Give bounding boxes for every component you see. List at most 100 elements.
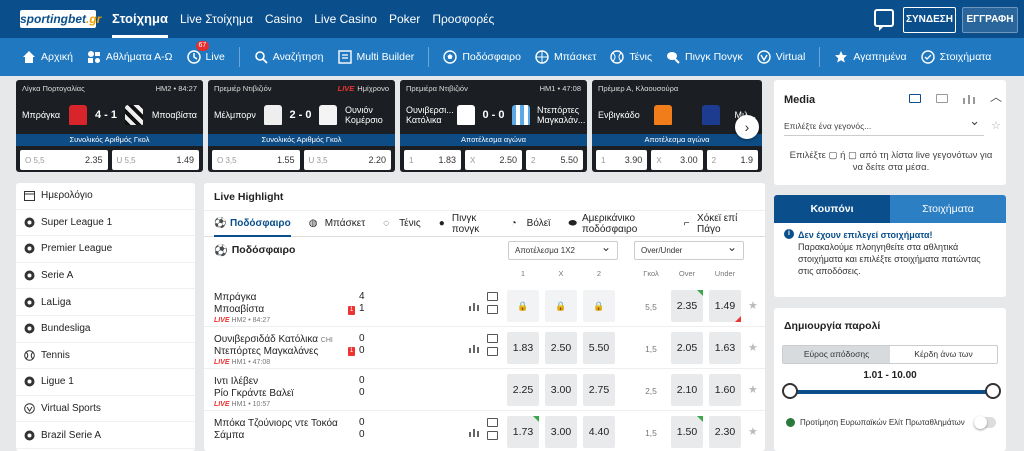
tab-ice-hockey[interactable]: ⌐ Χόκεϊ επί Πάγο	[684, 211, 747, 237]
field-icon[interactable]	[487, 347, 498, 356]
field-icon[interactable]	[487, 431, 498, 440]
stats-icon[interactable]	[963, 94, 975, 104]
subnav-multi-builder[interactable]: Multi Builder	[337, 50, 414, 64]
tab-american-football[interactable]: ⬬ Αμερικάνικο ποδόσφαιρο	[568, 211, 665, 237]
odds-under-button[interactable]: 2.30	[709, 416, 741, 448]
nav-casino[interactable]: Casino	[265, 0, 302, 38]
odds-button[interactable]: O 5,5 2.35	[20, 150, 108, 170]
sidebar-item-tennis[interactable]: Tennis	[16, 343, 195, 370]
sidebar-item-calendar[interactable]: Ημερολόγιο	[16, 183, 195, 210]
range-slider-track[interactable]	[790, 390, 994, 394]
collapse-chevron-icon[interactable]: ︿	[990, 88, 1002, 105]
subnav-favourites[interactable]: Αγαπημένα	[834, 50, 907, 64]
event-select[interactable]: Επιλέξτε ένα γεγονός...	[784, 111, 984, 136]
subnav-sports-az[interactable]: Αθλήματα Α-Ω	[87, 50, 173, 64]
odds-x-button[interactable]: 3.00	[545, 374, 577, 406]
nav-live-sports[interactable]: Live Στοίχημα	[180, 0, 253, 38]
match-row[interactable]: Ουνιβερσιδάδ Κατόλικα CHI Ντεπόρτες Μαγκ…	[204, 327, 765, 369]
nav-live-casino[interactable]: Live Casino	[314, 0, 377, 38]
nav-offers[interactable]: Προσφορές	[432, 0, 494, 38]
odds-under-button[interactable]: 1.63	[709, 332, 741, 364]
odds-over-button[interactable]: 2.10	[671, 374, 703, 406]
carousel-next-button[interactable]: ›	[735, 115, 759, 139]
subnav-football[interactable]: Ποδόσφαιρο	[443, 50, 521, 64]
login-button[interactable]: ΣΥΝΔΕΣΗ	[903, 7, 956, 33]
odds-button[interactable]: 1 3.90	[596, 150, 648, 170]
odds-button[interactable]: X 2.50	[465, 150, 522, 170]
odds-button[interactable]: U 5,5 1.49	[111, 150, 199, 170]
video-icon[interactable]	[909, 94, 921, 103]
odds-button[interactable]: 2 5.50	[526, 150, 583, 170]
tv-icon[interactable]	[487, 292, 498, 301]
toggle-odds-range[interactable]: Εύρος απόδοσης	[783, 346, 890, 363]
odds-x-button[interactable]: 3.00	[545, 416, 577, 448]
odds-button[interactable]: 1 1.83	[404, 150, 461, 170]
odds-1-button[interactable]: 🔒	[507, 290, 539, 322]
odds-over-button[interactable]: 2.05	[671, 332, 703, 364]
tab-coupon[interactable]: Κουπόνι	[774, 195, 890, 223]
odds-x-button[interactable]: 2.50	[545, 332, 577, 364]
sportingbet-logo[interactable]: sportingbet.gr	[20, 10, 101, 28]
odds-button[interactable]: 2 1.9	[706, 150, 758, 170]
chat-icon[interactable]	[874, 9, 894, 31]
match-row[interactable]: Μπόκα Τζούνιορς ντε Τοκόα Σάμπα 0 0 1.73…	[204, 411, 765, 451]
field-icon[interactable]	[936, 94, 948, 103]
odds-button[interactable]: X 3.00	[651, 150, 703, 170]
favourite-star-icon[interactable]: ★	[748, 299, 758, 312]
odds-1-button[interactable]: 1.73	[507, 416, 539, 448]
odds-1-button[interactable]: 2.25	[507, 374, 539, 406]
market-select-1x2[interactable]: Αποτέλεσμα 1Χ2	[508, 239, 618, 260]
favourite-star-icon[interactable]: ★	[748, 425, 758, 438]
odds-2-button[interactable]: 5.50	[583, 332, 615, 364]
favourite-star-icon[interactable]: ★	[748, 341, 758, 354]
subnav-bets[interactable]: Στοιχήματα	[920, 50, 991, 64]
live-card[interactable]: Λίγκα Πορτογαλίας HM2 • 84:27 Μπράγκα 4 -…	[16, 80, 203, 172]
tab-volleyball[interactable]: ◔ Βόλεϊ	[511, 211, 551, 237]
odds-button[interactable]: U 3,5 2.20	[303, 150, 391, 170]
stats-icon[interactable]	[469, 428, 480, 437]
odds-x-button[interactable]: 🔒	[545, 290, 577, 322]
field-icon[interactable]	[487, 305, 498, 314]
range-slider-min-handle[interactable]	[782, 383, 798, 399]
tv-icon[interactable]	[487, 418, 498, 427]
sidebar-item-premier-league[interactable]: Premier League	[16, 236, 195, 263]
tab-football[interactable]: ⚽ Ποδόσφαιρο	[214, 211, 291, 237]
subnav-tennis[interactable]: Τένις	[610, 50, 652, 64]
odds-over-button[interactable]: 1.50	[671, 416, 703, 448]
range-slider-max-handle[interactable]	[985, 383, 1001, 399]
tab-my-bets[interactable]: Στοιχήματα	[890, 195, 1006, 223]
match-row[interactable]: Μπράγκα Μποαβίστα LIVE HM2 • 84:27 4 1 1…	[204, 285, 765, 327]
stats-icon[interactable]	[469, 344, 480, 353]
nav-sports[interactable]: Στοίχημα	[112, 0, 168, 38]
subnav-basketball[interactable]: Μπάσκετ	[535, 50, 596, 64]
odds-over-button[interactable]: 2.35	[671, 290, 703, 322]
odds-1-button[interactable]: 1.83	[507, 332, 539, 364]
subnav-virtual[interactable]: Virtual	[757, 50, 805, 64]
live-card[interactable]: Πρεμιέρα Ντιβιζιόν HM1 • 47:08 Ουνιβερσι.…	[400, 80, 587, 172]
tab-basketball[interactable]: ◍ Μπάσκετ	[309, 211, 365, 237]
tab-pingpong[interactable]: ● Πινγκ πονγκ	[439, 211, 493, 237]
tv-icon[interactable]	[487, 334, 498, 343]
elite-leagues-toggle[interactable]	[974, 416, 996, 429]
register-button[interactable]: ΕΓΓΡΑΦΗ	[962, 7, 1018, 33]
sidebar-item-serie-a[interactable]: Serie A	[16, 263, 195, 290]
nav-poker[interactable]: Poker	[389, 0, 420, 38]
stats-icon[interactable]	[469, 302, 480, 311]
odds-button[interactable]: O 3,5 1.55	[212, 150, 300, 170]
sidebar-item-bundesliga[interactable]: Bundesliga	[16, 316, 195, 343]
odds-2-button[interactable]: 🔒	[583, 290, 615, 322]
match-row[interactable]: Ιντι Ιλέβεν Ρίο Γκράντε Βαλεϊ LIVE HM1 •…	[204, 369, 765, 411]
subnav-pingpong[interactable]: Πινγκ Πονγκ	[666, 50, 743, 64]
odds-2-button[interactable]: 4.40	[583, 416, 615, 448]
odds-under-button[interactable]: 1.60	[709, 374, 741, 406]
sidebar-item-super-league-1[interactable]: Super League 1	[16, 210, 195, 237]
star-icon[interactable]: ☆	[991, 119, 1001, 132]
sidebar-item-ligue-1[interactable]: Ligue 1	[16, 369, 195, 396]
favourite-star-icon[interactable]: ★	[748, 383, 758, 396]
subnav-live[interactable]: 67 Live	[186, 41, 225, 64]
subnav-home[interactable]: Αρχική	[22, 50, 73, 64]
toggle-winnings-over[interactable]: Κέρδη άνω των	[890, 346, 997, 363]
market-select-over-under[interactable]: Over/Under	[634, 239, 744, 260]
sidebar-item-brazil-serie-a[interactable]: Brazil Serie A	[16, 422, 195, 449]
subnav-search[interactable]: Αναζήτηση	[254, 50, 324, 64]
